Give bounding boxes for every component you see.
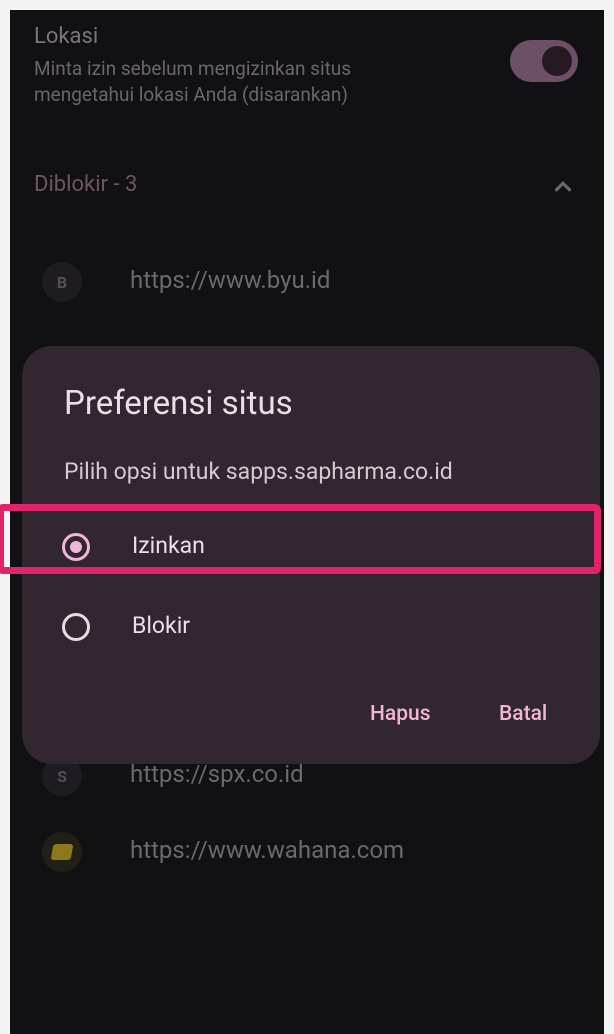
radio-unselected-icon[interactable]	[62, 613, 90, 641]
site-favicon-icon: B	[42, 262, 82, 302]
dialog-subtitle: Pilih opsi untuk sapps.sapharma.co.id	[64, 458, 453, 485]
option-label: Blokir	[132, 612, 191, 639]
site-row-byu[interactable]: B https://www.byu.id	[34, 252, 594, 312]
cancel-button[interactable]: Batal	[499, 702, 547, 726]
blocked-header[interactable]: Diblokir - 3	[34, 172, 137, 197]
wahana-logo-icon	[42, 832, 82, 872]
dialog-title: Preferensi situs	[64, 384, 293, 423]
chevron-up-icon[interactable]	[548, 172, 578, 202]
toggle-knob	[542, 46, 572, 76]
location-description: Minta izin sebelum mengizinkan situs men…	[34, 57, 352, 106]
location-title: Lokasi	[34, 24, 99, 49]
location-toggle[interactable]	[510, 40, 578, 82]
site-url: https://spx.co.id	[130, 760, 304, 788]
site-url: https://www.byu.id	[130, 266, 331, 294]
screen: Lokasi Minta izin sebelum mengizinkan si…	[10, 10, 604, 1034]
site-preference-dialog: Preferensi situs Pilih opsi untuk sapps.…	[22, 346, 600, 764]
option-allow[interactable]: Izinkan	[22, 510, 600, 584]
site-row-wahana[interactable]: https://www.wahana.com	[34, 822, 594, 882]
delete-button[interactable]: Hapus	[370, 702, 431, 726]
site-url: https://www.wahana.com	[130, 836, 405, 864]
option-block[interactable]: Blokir	[22, 590, 600, 664]
radio-selected-icon[interactable]	[62, 533, 90, 561]
option-label: Izinkan	[132, 532, 205, 559]
